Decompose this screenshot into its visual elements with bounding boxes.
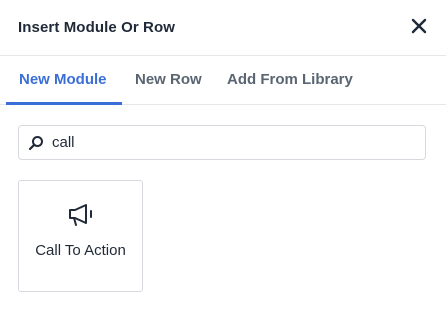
- search-box[interactable]: [18, 125, 426, 160]
- search-icon: [28, 136, 43, 151]
- search-input[interactable]: [52, 126, 412, 159]
- megaphone-icon: [69, 204, 92, 226]
- module-card-call-to-action[interactable]: Call To Action: [18, 180, 143, 292]
- dialog-title: Insert Module Or Row: [18, 19, 176, 36]
- insert-module-dialog: Insert Module Or Row New Module New Row …: [0, 0, 446, 323]
- module-card-label: Call To Action: [35, 242, 126, 259]
- close-button[interactable]: [409, 16, 429, 36]
- close-icon[interactable]: [409, 16, 429, 36]
- tab-new-module[interactable]: New Module: [19, 56, 107, 105]
- tab-add-from-library[interactable]: Add From Library: [227, 56, 353, 105]
- tab-bar: New Module New Row Add From Library: [0, 56, 446, 105]
- active-tab-indicator: [6, 102, 122, 105]
- tab-new-row[interactable]: New Row: [135, 56, 202, 105]
- dialog-header: Insert Module Or Row: [0, 0, 446, 56]
